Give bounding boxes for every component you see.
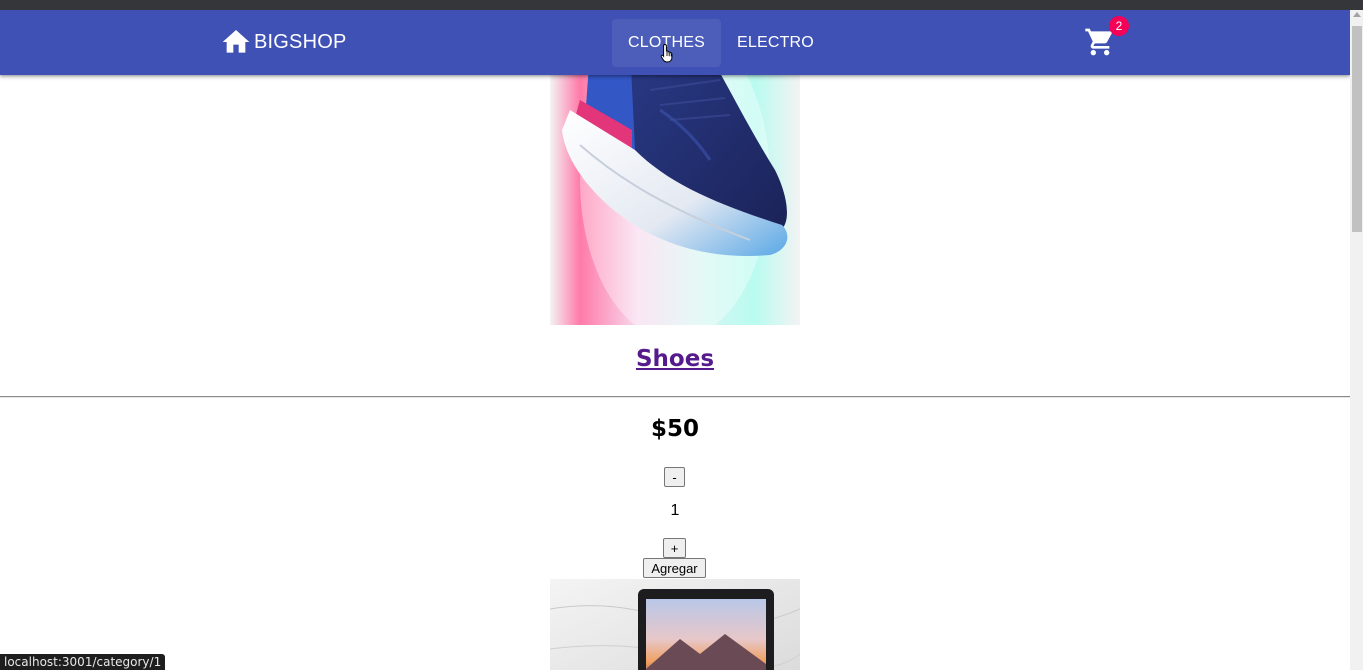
cart-count-badge: 2 [1109, 16, 1129, 36]
hand-cursor-icon [660, 43, 673, 63]
scroll-up-arrow-icon[interactable] [1353, 12, 1361, 17]
scrollbar-thumb[interactable] [1352, 26, 1362, 232]
product-name-link[interactable]: Shoes [0, 346, 1350, 372]
increment-button[interactable]: + [663, 538, 686, 558]
browser-chrome-strip [0, 0, 1363, 10]
add-to-cart-button[interactable]: Agregar [643, 558, 706, 578]
link-status-bar: localhost:3001/category/1 [0, 654, 166, 670]
home-link[interactable]: BIGSHOP [220, 26, 347, 58]
product-price: $50 [650, 416, 699, 442]
quantity-value: 1 [670, 502, 680, 519]
nav-electro-button[interactable]: ELECTRO [721, 19, 830, 67]
decrement-button[interactable]: - [664, 467, 685, 487]
brand-label: BIGSHOP [254, 30, 347, 53]
home-icon [222, 30, 250, 53]
section-divider [0, 396, 1350, 398]
category-nav: CLOTHES ELECTRO [612, 19, 830, 67]
laptop-product-image [550, 579, 800, 670]
page-viewport: BIGSHOP CLOTHES ELECTRO 2 Shoes $50 - 1 … [0, 10, 1350, 670]
